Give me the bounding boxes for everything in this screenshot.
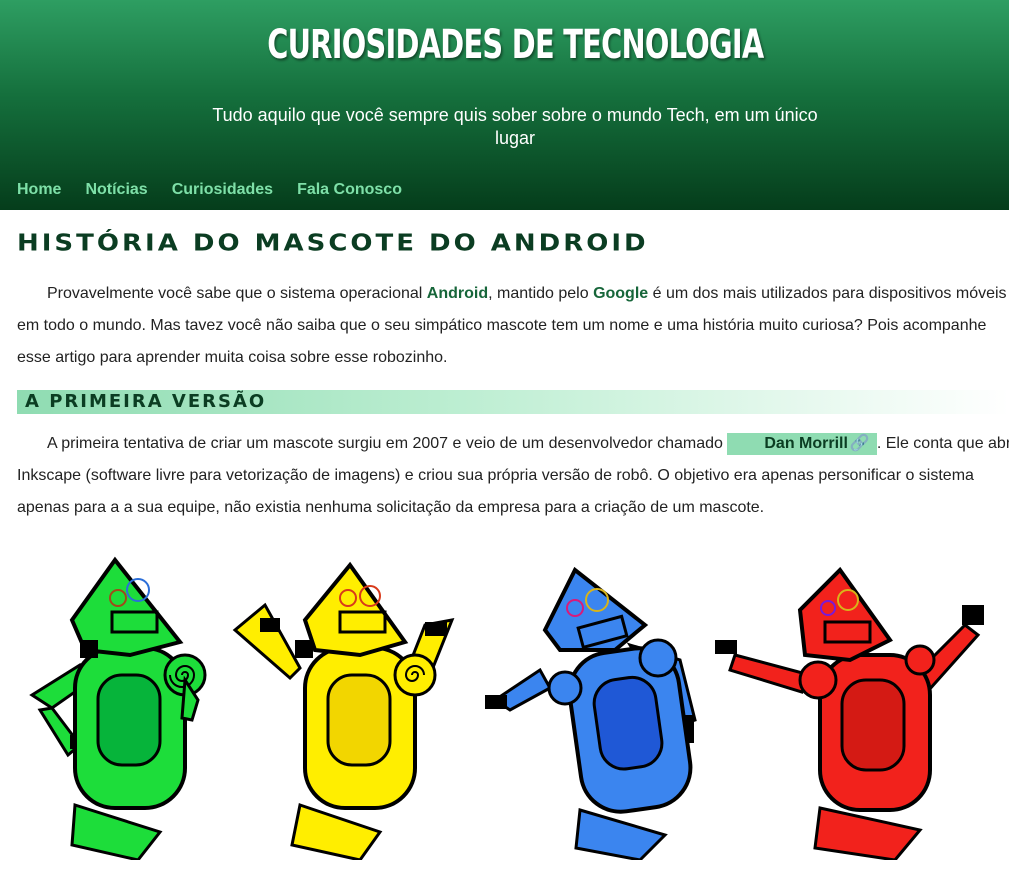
intro-text: Provavelmente você sabe que o sistema op… bbox=[47, 285, 427, 302]
paperclip-icon: 🔗 bbox=[849, 435, 870, 452]
section-line-2: Inkscape (software livre para vetorizaçã… bbox=[17, 467, 974, 484]
site-subtitle: Tudo aquilo que você sempre quis sober s… bbox=[212, 105, 818, 148]
intro-line-3: esse artigo para aprender muita coisa so… bbox=[17, 349, 448, 366]
nav-fala-conosco-link[interactable]: Fala Conosco bbox=[297, 180, 402, 200]
android-keyword: Android bbox=[426, 285, 489, 302]
section-text: A primeira tentativa de criar um mascote… bbox=[47, 435, 728, 452]
robot-mascot-yellow bbox=[232, 561, 455, 860]
section-line-1: A primeira tentativa de criar um mascote… bbox=[17, 428, 1009, 460]
nav-home-link[interactable]: Home bbox=[17, 180, 61, 200]
robot-mascots-image bbox=[29, 556, 984, 860]
section-text: . Ele conta que abriu o bbox=[876, 435, 1009, 452]
site-header: CURIOSIDADES DE TECNOLOGIA Tudo aquilo q… bbox=[0, 0, 1009, 210]
robot-mascot-red bbox=[715, 566, 984, 860]
section-heading: A PRIMEIRA VERSÃO bbox=[25, 391, 267, 412]
intro-line-1: Provavelmente você sabe que o sistema op… bbox=[17, 278, 1009, 310]
section-line-3: apenas para a a sua equipe, não existia … bbox=[17, 499, 765, 516]
robot-mascot-blue bbox=[485, 566, 697, 860]
section-heading-band: A PRIMEIRA VERSÃO bbox=[17, 390, 1009, 414]
site-title: CURIOSIDADES DE TECNOLOGIA bbox=[267, 22, 764, 68]
robot-mascot-green bbox=[29, 556, 207, 860]
nav-noticias-link[interactable]: Notícias bbox=[85, 180, 147, 200]
intro-line-2: em todo o mundo. Mas tavez você não saib… bbox=[17, 317, 987, 334]
article-title: HISTÓRIA DO MASCOTE DO ANDROID bbox=[17, 230, 649, 257]
intro-text: , mantido pelo bbox=[488, 285, 594, 302]
main-nav: Home Notícias Curiosidades Fala Conosco bbox=[17, 180, 426, 200]
nav-curiosidades-link[interactable]: Curiosidades bbox=[172, 180, 273, 200]
google-keyword: Google bbox=[593, 285, 649, 302]
dan-morrill-label: Dan Morrill bbox=[764, 435, 848, 452]
dan-morrill-link[interactable]: Dan Morrill 🔗 bbox=[727, 433, 877, 455]
intro-text: é um dos mais utilizados para dispositiv… bbox=[648, 285, 1007, 302]
